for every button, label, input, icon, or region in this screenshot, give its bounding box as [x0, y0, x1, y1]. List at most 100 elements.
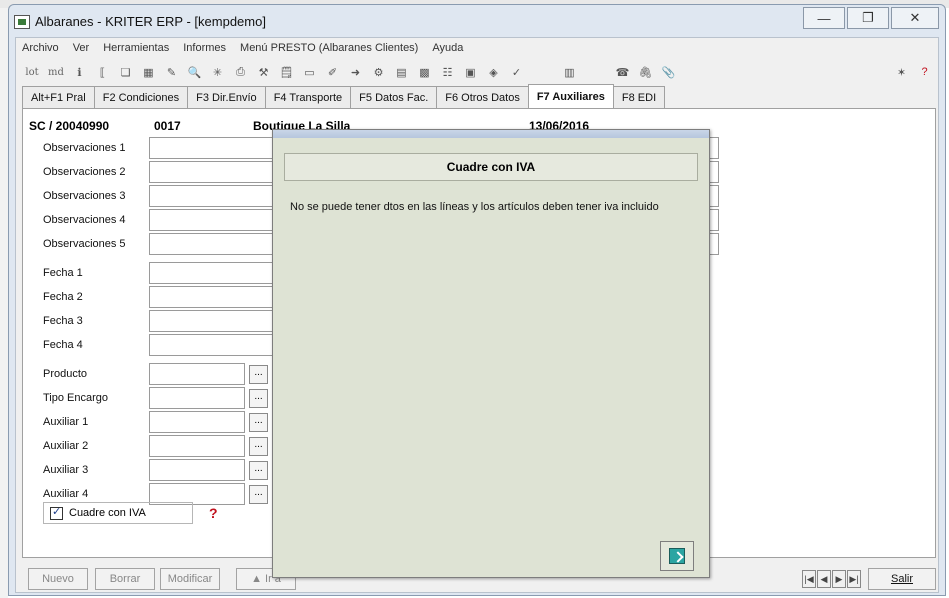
minimize-icon: —	[817, 10, 831, 26]
dialog-title-bar[interactable]	[273, 130, 709, 138]
help-icon[interactable]: ?	[915, 63, 934, 81]
menu-ayuda[interactable]: Ayuda	[432, 42, 463, 54]
aux1-lookup-button[interactable]: ...	[249, 413, 268, 432]
fecha4-label: Fecha 4	[43, 339, 83, 351]
producto-field[interactable]	[149, 363, 245, 385]
aux1-label: Auxiliar 1	[43, 416, 89, 428]
window-icon[interactable]: ▭	[300, 63, 319, 81]
fecha2-label: Fecha 2	[43, 291, 83, 303]
menu-ver[interactable]: Ver	[73, 42, 90, 54]
close-icon: ✕	[909, 10, 921, 25]
copy-icon[interactable]: ❏	[116, 63, 135, 81]
help-icon[interactable]: ?	[209, 505, 218, 521]
note-icon[interactable]: 🗒	[277, 63, 296, 81]
star-icon[interactable]: ✳	[208, 63, 227, 81]
next-record-icon[interactable]: ▶	[832, 570, 846, 588]
aux2-label: Auxiliar 2	[43, 440, 89, 452]
phone-icon[interactable]: ☎	[613, 63, 632, 81]
maximize-button[interactable]: ❐	[847, 7, 889, 29]
tab-otros-datos[interactable]: F6 Otros Datos	[436, 86, 529, 108]
checkbox-checked-icon[interactable]	[50, 505, 63, 520]
tab-pral[interactable]: Alt+F1 Pral	[22, 86, 95, 108]
aux4-label: Auxiliar 4	[43, 488, 89, 500]
client-code: 0017	[154, 119, 181, 133]
tools-icon[interactable]: ⚒	[254, 63, 273, 81]
dialog-message: No se puede tener dtos en las líneas y l…	[290, 201, 659, 213]
dialog-heading: Cuadre con IVA	[284, 153, 698, 181]
toolbar: lot md ℹ ⟦ ❏ ▦ ✎ 🔍 ✳ ⎙ ⚒ 🗒 ▭ ✐ ➜ ⚙ ▤ ▩ ☷…	[16, 60, 938, 84]
cuadre-iva-label: Cuadre con IVA	[69, 507, 146, 519]
aux3-lookup-button[interactable]: ...	[249, 461, 268, 480]
producto-label: Producto	[43, 368, 88, 380]
close-button[interactable]: ✕	[891, 7, 939, 29]
exit-door-icon	[669, 548, 685, 564]
aux3-label: Auxiliar 3	[43, 464, 89, 476]
obs1-label: Observaciones 1	[43, 142, 126, 154]
menu-informes[interactable]: Informes	[183, 42, 226, 54]
fecha3-label: Fecha 3	[43, 315, 83, 327]
menu-herramientas[interactable]: Herramientas	[103, 42, 169, 54]
minimize-button[interactable]: —	[803, 7, 845, 29]
label-icon[interactable]: ◈	[484, 63, 503, 81]
aux3-field[interactable]	[149, 459, 245, 481]
tab-edi[interactable]: F8 EDI	[612, 86, 666, 108]
calendar-icon[interactable]: ▥	[560, 63, 579, 81]
attach-icon[interactable]: 🖇	[636, 63, 655, 81]
tipo-encargo-field[interactable]	[149, 387, 245, 409]
paperclip-icon[interactable]: 📎	[659, 63, 678, 81]
aux4-lookup-button[interactable]: ...	[249, 485, 268, 504]
menu-archivo[interactable]: Archivo	[22, 42, 59, 54]
restore-icon: ❐	[862, 10, 874, 25]
app-icon	[14, 15, 30, 29]
aux2-field[interactable]	[149, 435, 245, 457]
salir-button[interactable]: Salir	[868, 568, 936, 590]
tab-condiciones[interactable]: F2 Condiciones	[93, 86, 189, 108]
tab-auxiliares[interactable]: F7 Auxiliares	[527, 84, 614, 108]
info-icon[interactable]: ℹ	[70, 63, 89, 81]
borrar-button[interactable]: Borrar	[95, 568, 155, 590]
tree-icon[interactable]: ⚙	[369, 63, 388, 81]
nuevo-button[interactable]: Nuevo	[28, 568, 88, 590]
obs3-label: Observaciones 3	[43, 190, 126, 202]
dialog-exit-button[interactable]	[660, 541, 694, 571]
document-icon[interactable]: ▣	[461, 63, 480, 81]
check-icon[interactable]: ✓	[507, 63, 526, 81]
print-icon[interactable]: ⎙	[231, 63, 250, 81]
preview-icon[interactable]: 🔍	[185, 63, 204, 81]
window-title: Albaranes - KRITER ERP - [kempdemo]	[35, 14, 266, 29]
hierarchy-icon[interactable]: ☷	[438, 63, 457, 81]
background-app-edge	[0, 8, 8, 598]
obs2-label: Observaciones 2	[43, 166, 126, 178]
producto-lookup-button[interactable]: ...	[249, 365, 268, 384]
tab-datos-fac[interactable]: F5 Datos Fac.	[350, 86, 438, 108]
document-number: SC / 20040990	[29, 119, 110, 133]
cuadre-iva-checkbox[interactable]: Cuadre con IVA	[43, 502, 193, 524]
md-button[interactable]: md	[46, 63, 66, 81]
highlight-icon[interactable]: ✐	[323, 63, 342, 81]
obs4-label: Observaciones 4	[43, 214, 126, 226]
title-bar[interactable]: Albaranes - KRITER ERP - [kempdemo] — ❐ …	[9, 5, 945, 37]
calculator-icon[interactable]: ▩	[415, 63, 434, 81]
list-icon[interactable]: ▤	[392, 63, 411, 81]
arrow-icon[interactable]: ➜	[346, 63, 365, 81]
cuadre-iva-dialog: Cuadre con IVA No se puede tener dtos en…	[272, 129, 710, 578]
grid-icon[interactable]: ▦	[139, 63, 158, 81]
prev-record-icon[interactable]: ◀	[817, 570, 831, 588]
record-navigation: |◀ ◀ ▶ ▶|	[802, 570, 862, 588]
tipo-encargo-label: Tipo Encargo	[43, 392, 109, 404]
menu-bar: Archivo Ver Herramientas Informes Menú P…	[16, 38, 938, 58]
bug-icon[interactable]: ✶	[892, 63, 911, 81]
tab-dir-envio[interactable]: F3 Dir.Envío	[187, 86, 266, 108]
bracket-icon[interactable]: ⟦	[93, 63, 112, 81]
lot-button[interactable]: lot	[22, 63, 42, 81]
modificar-button[interactable]: Modificar	[160, 568, 220, 590]
fecha1-label: Fecha 1	[43, 267, 83, 279]
first-record-icon[interactable]: |◀	[802, 570, 816, 588]
menu-presto[interactable]: Menú PRESTO (Albaranes Clientes)	[240, 42, 418, 54]
tipo-encargo-lookup-button[interactable]: ...	[249, 389, 268, 408]
tab-transporte[interactable]: F4 Transporte	[264, 86, 352, 108]
aux2-lookup-button[interactable]: ...	[249, 437, 268, 456]
aux1-field[interactable]	[149, 411, 245, 433]
last-record-icon[interactable]: ▶|	[847, 570, 861, 588]
edit-icon[interactable]: ✎	[162, 63, 181, 81]
